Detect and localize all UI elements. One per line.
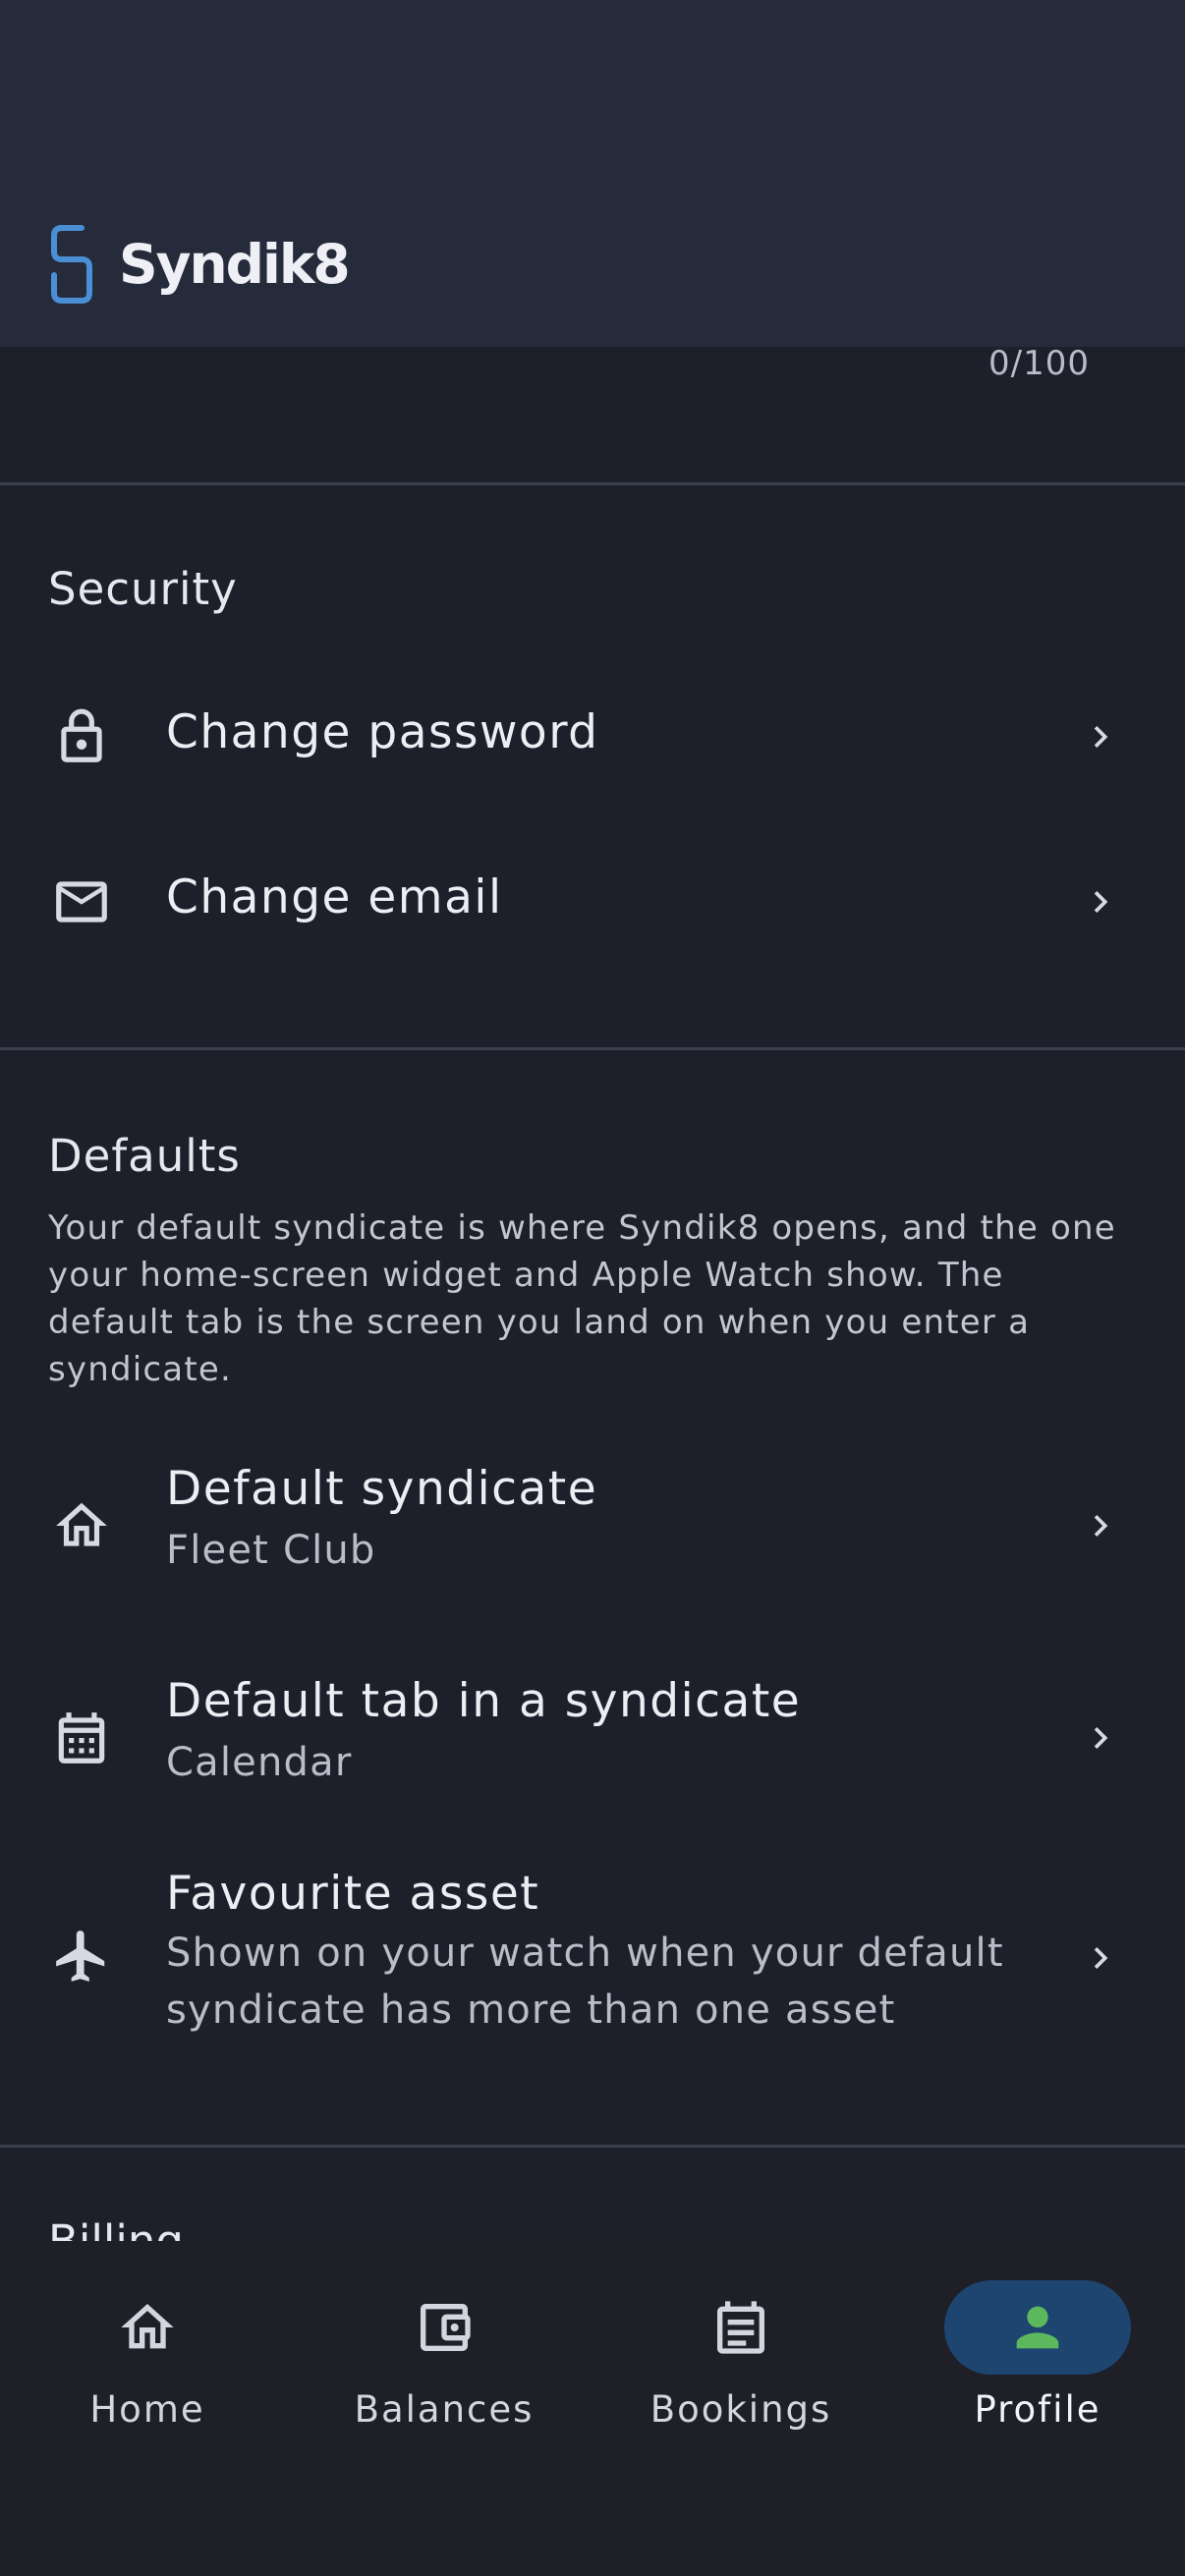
divider	[0, 1047, 1185, 1050]
person-icon	[944, 2280, 1131, 2375]
profile-screen: 0/100 Security Change password Change em…	[0, 0, 1185, 2576]
change-email-label: Change email	[166, 870, 503, 924]
favourite-asset-description: Shown on your watch when your default sy…	[166, 1931, 1004, 2033]
app-logo: Syndik8	[48, 224, 351, 305]
divider	[0, 2145, 1185, 2148]
defaults-section-title: Defaults	[48, 1130, 241, 1182]
app-name: Syndik8	[119, 233, 351, 296]
home-icon	[54, 2280, 241, 2375]
nav-label-balances: Balances	[354, 2388, 535, 2431]
nav-item-balances[interactable]: Balances	[297, 2241, 592, 2437]
chevron-right-icon	[1079, 715, 1122, 758]
lock-icon	[49, 704, 114, 769]
default-tab-row[interactable]: Default tab in a syndicate Calendar	[0, 1664, 1185, 1812]
defaults-description: Your default syndicate is where Syndik8 …	[48, 1208, 1116, 1389]
change-password-label: Change password	[166, 705, 599, 759]
default-syndicate-value: Fleet Club	[166, 1528, 376, 1573]
airplane-icon	[49, 1924, 114, 1988]
nav-item-bookings[interactable]: Bookings	[593, 2241, 888, 2437]
settings-scroll-area[interactable]: 0/100 Security Change password Change em…	[0, 0, 1185, 2576]
default-syndicate-row[interactable]: Default syndicate Fleet Club	[0, 1452, 1185, 1599]
chevron-right-icon	[1079, 1504, 1122, 1547]
nav-item-home[interactable]: Home	[0, 2241, 295, 2437]
default-tab-value: Calendar	[166, 1740, 353, 1785]
syndik8-logo-icon	[51, 225, 92, 304]
mail-icon	[49, 869, 114, 934]
default-syndicate-label: Default syndicate	[166, 1462, 598, 1516]
calendar-icon	[49, 1706, 114, 1770]
home-icon	[49, 1493, 114, 1558]
change-password-row[interactable]: Change password	[0, 688, 1185, 786]
change-email-row[interactable]: Change email	[0, 853, 1185, 951]
nav-label-bookings: Bookings	[649, 2388, 832, 2431]
favourite-asset-row[interactable]: Favourite asset Shown on your watch when…	[0, 1859, 1185, 2055]
character-counter: 0/100	[988, 344, 1090, 383]
nav-label-profile: Profile	[974, 2388, 1101, 2431]
wallet-icon	[351, 2280, 537, 2375]
chevron-right-icon	[1079, 1716, 1122, 1760]
bottom-navigation: Home Balances Bookings Profile	[0, 2241, 1185, 2576]
divider	[0, 482, 1185, 485]
chevron-right-icon	[1079, 1936, 1122, 1980]
favourite-asset-label: Favourite asset	[166, 1867, 540, 1921]
nav-label-home: Home	[89, 2388, 205, 2431]
default-tab-label: Default tab in a syndicate	[166, 1674, 802, 1728]
nav-item-profile[interactable]: Profile	[890, 2241, 1185, 2437]
bookings-icon	[648, 2280, 834, 2375]
security-section-title: Security	[48, 563, 238, 615]
app-header: Syndik8	[0, 0, 1185, 347]
chevron-right-icon	[1079, 880, 1122, 924]
